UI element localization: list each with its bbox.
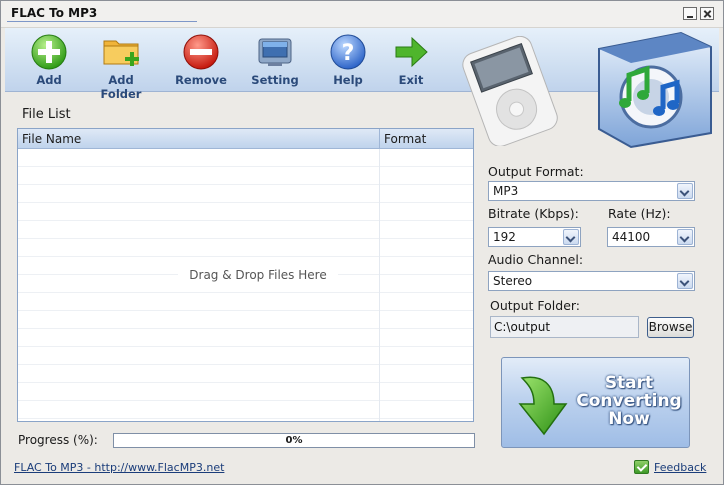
chevron-down-icon[interactable] [677, 229, 693, 245]
bitrate-value: 192 [493, 230, 516, 244]
column-format[interactable]: Format [384, 132, 426, 146]
rate-select[interactable]: 44100 [607, 227, 695, 247]
setting-label: Setting [251, 73, 299, 87]
output-folder-field[interactable] [490, 316, 639, 338]
add-folder-icon [103, 40, 139, 66]
progress-value: 0% [285, 435, 303, 446]
start-line-1: Start [604, 373, 654, 393]
file-list-title: File List [22, 107, 71, 122]
remove-icon [183, 34, 219, 70]
svg-text:?: ? [342, 41, 355, 66]
add-icon [31, 34, 67, 70]
start-converting-button[interactable]: Start Converting Now [501, 357, 690, 448]
add-button[interactable]: Add [15, 31, 83, 89]
rate-value: 44100 [612, 230, 651, 244]
add-folder-label: Add Folder [100, 73, 142, 101]
check-icon [634, 460, 649, 474]
drop-hint: Drag & Drop Files Here [178, 266, 338, 284]
setting-icon [258, 38, 292, 66]
exit-label: Exit [398, 73, 424, 87]
add-folder-button[interactable]: Add Folder [87, 31, 155, 101]
audio-channel-label: Audio Channel: [488, 252, 584, 267]
output-format-select[interactable]: MP3 [488, 181, 695, 201]
close-button[interactable] [700, 7, 714, 20]
setting-button[interactable]: Setting [241, 31, 309, 89]
output-format-label: Output Format: [488, 164, 584, 179]
chevron-down-icon[interactable] [563, 229, 579, 245]
browse-button[interactable]: Browse [647, 317, 694, 338]
progress-label: Progress (%): [18, 433, 98, 447]
start-converting-text: Start Converting Now [574, 374, 684, 428]
exit-button[interactable]: Exit [377, 31, 445, 89]
add-label: Add [36, 73, 62, 87]
header-separator [379, 129, 380, 148]
app-window: FLAC To MP3 Add Add Folder Remove Settin… [0, 0, 724, 485]
file-list-header: File Name Format [18, 129, 473, 149]
window-title: FLAC To MP3 [11, 6, 98, 20]
file-list[interactable]: File Name Format Drag & Drop Files Here [17, 128, 474, 422]
bitrate-label: Bitrate (Kbps): [488, 206, 579, 221]
start-line-2: Converting [576, 391, 682, 411]
file-list-rows [18, 149, 473, 421]
title-bar: FLAC To MP3 [1, 1, 723, 28]
output-format-value: MP3 [493, 184, 519, 198]
audio-channel-select[interactable]: Stereo [488, 271, 695, 291]
exit-icon [395, 36, 428, 68]
help-button[interactable]: ? Help [314, 31, 382, 89]
convert-arrow-icon [518, 376, 568, 436]
feedback-label: Feedback [654, 461, 707, 474]
rate-label: Rate (Hz): [608, 206, 671, 221]
column-file-name[interactable]: File Name [22, 132, 81, 146]
progress-bar: 0% [113, 433, 475, 448]
bitrate-select[interactable]: 192 [488, 227, 581, 247]
website-link[interactable]: FLAC To MP3 - http://www.FlacMP3.net [14, 461, 224, 474]
start-line-3: Now [608, 409, 650, 429]
minimize-button[interactable] [683, 7, 697, 20]
remove-label: Remove [175, 73, 227, 87]
chevron-down-icon[interactable] [677, 183, 693, 199]
title-accent-line [7, 21, 197, 22]
column-divider [379, 149, 380, 421]
help-label: Help [333, 73, 363, 87]
help-icon: ? [330, 34, 366, 70]
remove-button[interactable]: Remove [167, 31, 235, 89]
chevron-down-icon[interactable] [677, 273, 693, 289]
audio-channel-value: Stereo [493, 274, 533, 288]
music-speaker-image [598, 31, 712, 149]
output-folder-label: Output Folder: [490, 298, 581, 313]
